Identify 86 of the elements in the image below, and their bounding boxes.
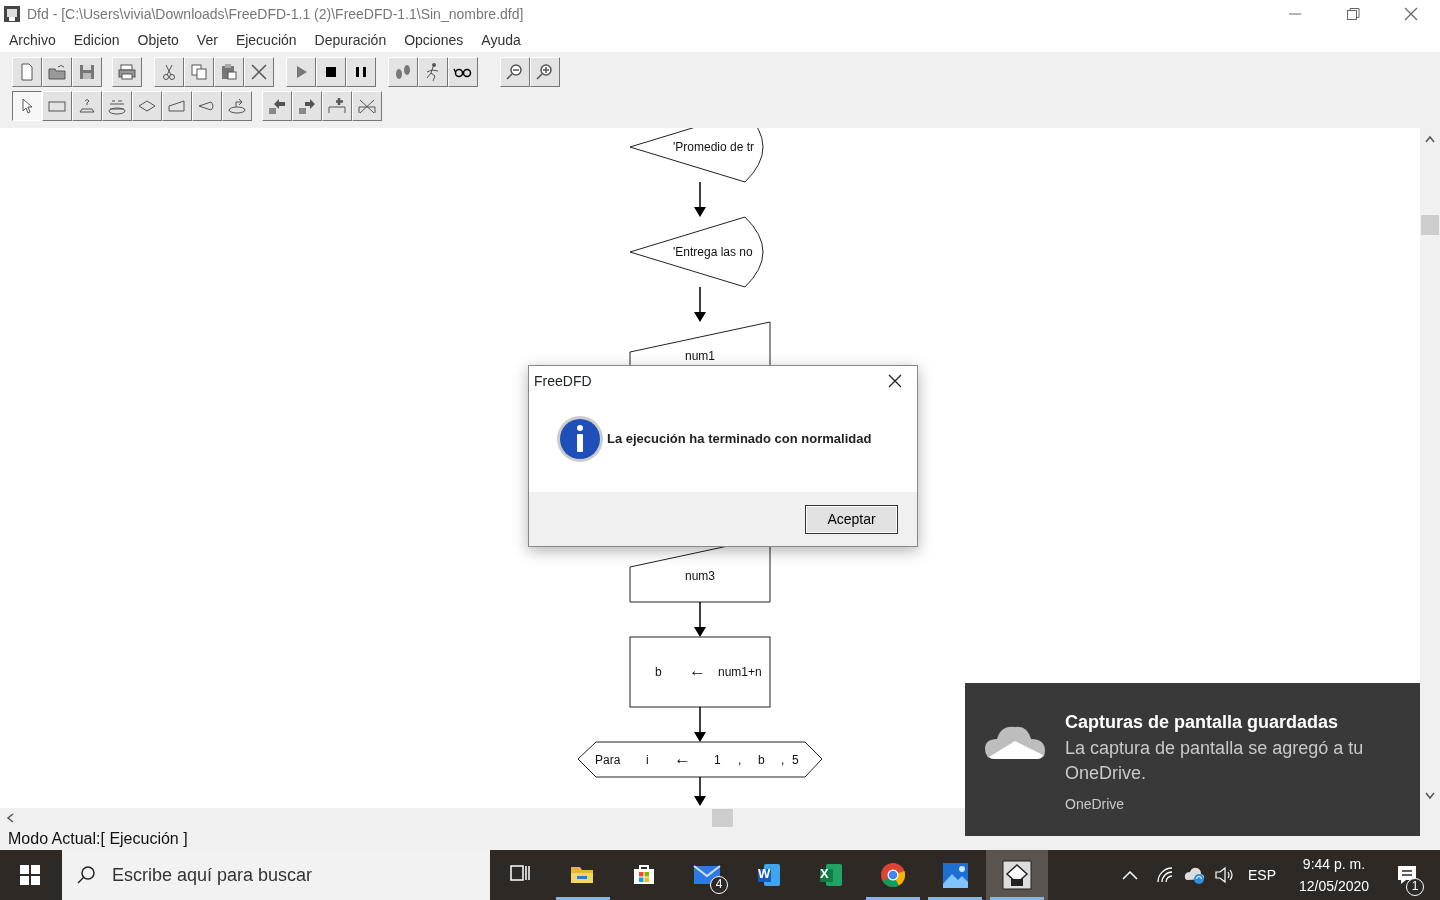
speaker-icon[interactable] xyxy=(1214,866,1234,884)
menu-item[interactable]: Opciones xyxy=(395,29,473,51)
shape-text: ← xyxy=(674,749,691,768)
shape-text: 'Entrega las no xyxy=(673,245,753,259)
shape-text: b xyxy=(758,753,765,767)
notification-badge: 4 xyxy=(710,876,728,894)
arrow xyxy=(694,601,706,637)
scroll-down-icon[interactable] xyxy=(1424,791,1436,801)
dialog-title: FreeDFD xyxy=(534,371,592,391)
menu-item[interactable]: Depuración xyxy=(305,29,396,51)
shape-text: b xyxy=(655,665,662,679)
toast-source: OneDrive xyxy=(1065,795,1126,814)
scroll-up-icon[interactable] xyxy=(1424,134,1436,144)
call-shape-icon xyxy=(227,96,247,116)
clock-date: 12/05/2020 xyxy=(1298,877,1370,896)
folder-icon xyxy=(47,62,67,82)
search-icon xyxy=(76,865,96,885)
menu-item[interactable]: Objeto xyxy=(128,29,188,51)
taskbar-button[interactable]: 4 xyxy=(676,850,738,900)
search-bar[interactable]: Escribe aquí para buscar xyxy=(62,850,490,900)
toast-title: Capturas de pantalla guardadas xyxy=(1065,711,1340,734)
menu-item[interactable]: Edicion xyxy=(64,29,129,51)
floppy-icon xyxy=(77,62,97,82)
wifi-icon[interactable] xyxy=(1156,867,1174,883)
taskbar-button[interactable]: W xyxy=(738,850,800,900)
zoom-in-icon xyxy=(535,62,555,82)
cloud-sync-icon[interactable] xyxy=(1184,866,1206,884)
arrow xyxy=(694,181,706,217)
zoom-out-icon xyxy=(505,62,525,82)
info-icon xyxy=(555,414,605,464)
notifications-button[interactable]: 1 xyxy=(1374,850,1440,900)
shape-text: , xyxy=(738,753,742,767)
app-letter: W xyxy=(758,867,771,881)
app-icon xyxy=(3,5,21,23)
shape-text: 1 xyxy=(714,753,721,767)
clock[interactable]: 9:44 p. m. 12/05/2020 xyxy=(1294,853,1374,897)
restore-icon xyxy=(1345,6,1361,22)
language-indicator[interactable]: ESP xyxy=(1248,864,1276,886)
notification-count: 1 xyxy=(1406,878,1424,896)
plus-bar-icon xyxy=(327,96,347,116)
shape-text: 'Promedio de tr xyxy=(673,140,754,154)
scrollbar-thumb[interactable] xyxy=(712,809,733,827)
shape-text: i xyxy=(646,753,649,767)
arrow xyxy=(694,706,706,742)
browser-icon xyxy=(880,862,906,888)
shape-text: Para xyxy=(595,753,621,767)
menu-item[interactable]: Ayuda xyxy=(472,29,530,51)
window-title: Dfd - [C:\Users\vivia\Downloads\FreeDFD-1.1 (2)\FreeDFD-1.1\Sin_nombre.dfd] xyxy=(27,4,525,24)
minimize-icon xyxy=(1289,13,1301,15)
menu-item[interactable]: Ver xyxy=(187,29,227,51)
dialog-message: La ejecución ha terminado con normalidad xyxy=(607,430,872,449)
footprints-icon xyxy=(393,62,413,82)
toast-message: La captura de pantalla se agregó a tu OneDrive. xyxy=(1065,737,1365,785)
right-arrow-icon xyxy=(297,96,317,116)
menu-item[interactable]: Ejecución xyxy=(226,29,306,51)
arrow xyxy=(694,286,706,322)
shape-text: , xyxy=(781,753,785,767)
app-icon xyxy=(1002,860,1032,890)
printer-icon xyxy=(117,62,137,82)
cross-icon xyxy=(249,62,269,82)
windows-logo-icon xyxy=(20,865,40,885)
ok-button[interactable]: Aceptar xyxy=(805,504,898,534)
search-field[interactable]: Escribe aquí para buscar xyxy=(110,860,470,890)
menu-item[interactable]: Archivo xyxy=(0,29,65,51)
app-letter: X xyxy=(820,867,829,881)
taskbar-button[interactable]: X xyxy=(800,850,862,900)
clock-time: 9:44 p. m. xyxy=(1302,855,1366,874)
shape-text: num3 xyxy=(685,569,715,583)
read-shape-icon xyxy=(77,96,97,116)
landscape-icon xyxy=(942,862,968,888)
shape-text: num1+n xyxy=(718,665,762,679)
status-text: Modo Actual:[ Ejecución ] xyxy=(8,830,188,847)
close-icon xyxy=(1403,6,1419,22)
shape-text: 5 xyxy=(792,753,799,767)
chevron-up-icon[interactable] xyxy=(1122,870,1138,880)
shape-text: ← xyxy=(689,661,706,680)
spreadsheet-icon xyxy=(818,862,844,888)
document-icon xyxy=(756,862,782,888)
clipboard-icon xyxy=(219,62,239,82)
close-icon xyxy=(888,374,902,388)
shape-text: num1 xyxy=(685,349,715,363)
taskbar-button[interactable] xyxy=(986,850,1048,900)
scroll-left-icon[interactable] xyxy=(5,812,15,824)
copy-icon xyxy=(189,62,209,82)
arrow xyxy=(694,776,706,806)
scrollbar-thumb[interactable] xyxy=(1421,215,1439,235)
